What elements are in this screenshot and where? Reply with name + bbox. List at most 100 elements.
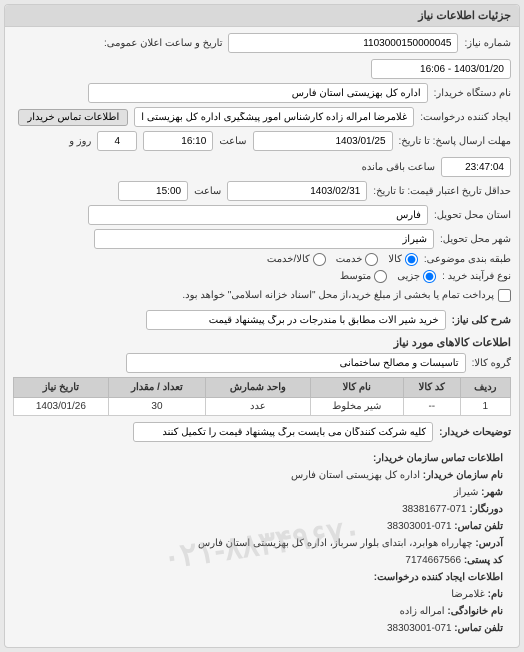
row-desc: شرح کلی نیاز: — [13, 310, 511, 330]
req-title: اطلاعات ایجاد کننده درخواست: — [374, 572, 503, 583]
goods-table: ردیف کد کالا نام کالا واحد شمارش تعداد /… — [13, 377, 511, 416]
radio-kala-khadamat[interactable]: کالا/خدمت — [267, 253, 326, 266]
goods-group-label: گروه کالا: — [472, 358, 511, 369]
remain-suffix: ساعت باقی مانده — [362, 162, 435, 173]
radio-khadamat[interactable]: خدمت — [336, 253, 379, 266]
panel-title: جزئیات اطلاعات نیاز — [5, 5, 519, 27]
desc-label: شرح کلی نیاز: — [452, 315, 511, 326]
payment-checkbox-row[interactable]: پرداخت تمام یا بخشی از مبلغ خرید،از محل … — [182, 289, 511, 302]
row-validity: حداقل تاریخ اعتبار قیمت: تا تاریخ: ساعت — [13, 181, 511, 201]
deadline-time-input[interactable] — [143, 131, 213, 151]
row-buy-type: نوع فرآیند خرید : جزیی متوسط پرداخت تمام… — [13, 270, 511, 302]
th-date: تاریخ نیاز — [14, 378, 109, 398]
remain-time-input[interactable] — [441, 157, 511, 177]
buy-type-label: نوع فرآیند خرید : — [442, 271, 511, 282]
validity-time-input[interactable] — [118, 181, 188, 201]
radio-khadamat-input[interactable] — [365, 253, 378, 266]
row-note: توضیحات خریدار: — [13, 422, 511, 442]
deadline-label: مهلت ارسال پاسخ: تا تاریخ: — [399, 136, 511, 147]
contact-city: شیراز — [454, 487, 479, 498]
th-code: کد کالا — [403, 378, 460, 398]
th-idx: ردیف — [460, 378, 510, 398]
goods-title: اطلاعات کالاهای مورد نیاز — [13, 336, 511, 349]
payment-checkbox-label: پرداخت تمام یا بخشی از مبلغ خرید،از محل … — [182, 290, 494, 301]
td-date: 1403/01/26 — [14, 398, 109, 416]
contact-title: اطلاعات تماس سازمان خریدار: — [373, 453, 503, 464]
city-input[interactable] — [94, 229, 434, 249]
table-header-row: ردیف کد کالا نام کالا واحد شمارش تعداد /… — [14, 378, 511, 398]
creator-input[interactable] — [134, 107, 414, 127]
deadline-date-input[interactable] — [253, 131, 393, 151]
td-unit: عدد — [206, 398, 310, 416]
note-input[interactable] — [133, 422, 433, 442]
validity-time-label: ساعت — [194, 186, 221, 197]
subject-type-label: طبقه بندی موضوعی: — [424, 254, 511, 265]
row-org: نام دستگاه خریدار: — [13, 83, 511, 103]
deadline-time-label: ساعت — [219, 136, 246, 147]
org-input[interactable] — [88, 83, 428, 103]
contact-fax-label: دورنگار: — [469, 504, 503, 515]
contact-block: ۰۲۱-۸۸۳۴۹۶۷۰ اطلاعات تماس سازمان خریدار:… — [13, 446, 511, 641]
remain-day-label: روز و — [69, 136, 91, 147]
need-number-input[interactable] — [228, 33, 458, 53]
announce-input[interactable] — [371, 59, 511, 79]
th-name: نام کالا — [310, 378, 403, 398]
table-row: 1 -- شیر مخلوط عدد 30 1403/01/26 — [14, 398, 511, 416]
province-input[interactable] — [88, 205, 428, 225]
req-lname: امراله زاده — [400, 606, 445, 617]
th-qty: تعداد / مقدار — [108, 378, 205, 398]
td-name: شیر مخلوط — [310, 398, 403, 416]
row-goods-group: گروه کالا: — [13, 353, 511, 373]
contact-info-button[interactable]: اطلاعات تماس خریدار — [18, 109, 128, 126]
validity-date-input[interactable] — [227, 181, 367, 201]
contact-tel-label: تلفن تماس: — [454, 521, 503, 532]
row-city: شهر محل تحویل: — [13, 229, 511, 249]
city-label: شهر محل تحویل: — [440, 234, 511, 245]
row-subject-type: طبقه بندی موضوعی: کالا خدمت کالا/خدمت — [13, 253, 511, 266]
details-panel: جزئیات اطلاعات نیاز شماره نیاز: تاریخ و … — [4, 4, 520, 648]
radio-kala-khadamat-input[interactable] — [313, 253, 326, 266]
th-unit: واحد شمارش — [206, 378, 310, 398]
row-need-number: شماره نیاز: تاریخ و ساعت اعلان عمومی: — [13, 33, 511, 79]
org-label: نام دستگاه خریدار: — [434, 88, 511, 99]
req-tel: 071-38303001 — [387, 623, 452, 634]
contact-addr-label: آدرس: — [475, 538, 503, 549]
contact-city-label: شهر: — [481, 487, 503, 498]
td-code: -- — [403, 398, 460, 416]
contact-tel: 071-38303001 — [387, 521, 452, 532]
panel-body: شماره نیاز: تاریخ و ساعت اعلان عمومی: نا… — [5, 27, 519, 647]
td-qty: 30 — [108, 398, 205, 416]
row-deadline: مهلت ارسال پاسخ: تا تاریخ: ساعت روز و سا… — [13, 131, 511, 177]
need-number-label: شماره نیاز: — [464, 38, 511, 49]
radio-jozi-input[interactable] — [423, 270, 436, 283]
buy-radio-group: جزیی متوسط — [340, 270, 436, 283]
contact-fax: 071-38381677 — [402, 504, 467, 515]
contact-addr: چهارراه هوابرد، ابتدای بلوار سرباز، ادار… — [198, 538, 473, 549]
radio-jozi[interactable]: جزیی — [397, 270, 436, 283]
contact-postal-label: کد پستی: — [464, 555, 503, 566]
td-idx: 1 — [460, 398, 510, 416]
province-label: استان محل تحویل: — [434, 210, 511, 221]
contact-org-label: نام سازمان خریدار: — [423, 470, 503, 481]
payment-checkbox[interactable] — [498, 289, 511, 302]
contact-org: اداره کل بهزیستی استان فارس — [291, 470, 420, 481]
row-province: استان محل تحویل: — [13, 205, 511, 225]
req-name-label: نام: — [488, 589, 503, 600]
contact-postal: 7174667566 — [405, 555, 461, 566]
subject-radio-group: کالا خدمت کالا/خدمت — [267, 253, 418, 266]
announce-label: تاریخ و ساعت اعلان عمومی: — [104, 38, 223, 49]
goods-group-input[interactable] — [126, 353, 466, 373]
radio-kala-input[interactable] — [405, 253, 418, 266]
req-lname-label: نام خانوادگی: — [447, 606, 503, 617]
radio-motavaset[interactable]: متوسط — [340, 270, 387, 283]
note-label: توضیحات خریدار: — [439, 427, 511, 438]
radio-kala[interactable]: کالا — [388, 253, 418, 266]
desc-input[interactable] — [146, 310, 446, 330]
creator-label: ایجاد کننده درخواست: — [420, 112, 511, 123]
remain-day-input[interactable] — [97, 131, 137, 151]
radio-motavaset-input[interactable] — [374, 270, 387, 283]
req-tel-label: تلفن تماس: — [454, 623, 503, 634]
req-name: غلامرضا — [451, 589, 485, 600]
validity-label: حداقل تاریخ اعتبار قیمت: تا تاریخ: — [373, 186, 511, 197]
row-creator: ایجاد کننده درخواست: اطلاعات تماس خریدار — [13, 107, 511, 127]
